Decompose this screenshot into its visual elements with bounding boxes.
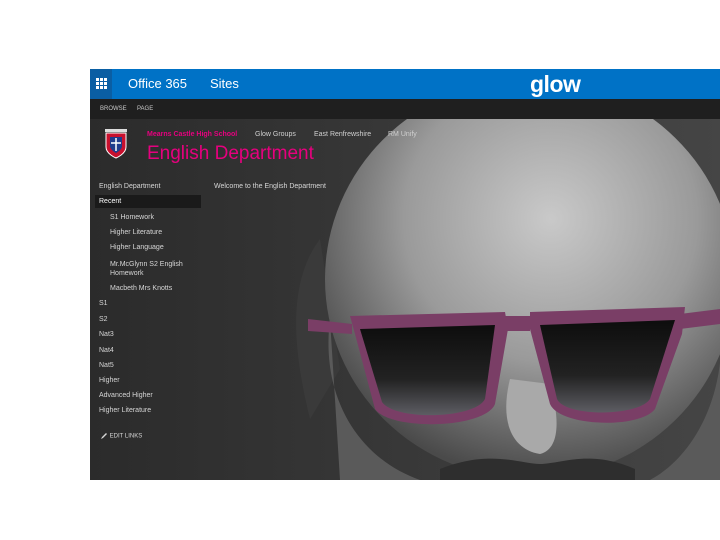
glow-logo: glow bbox=[530, 71, 581, 97]
nav-english-department[interactable]: English Department bbox=[99, 183, 160, 190]
nav-item-s2[interactable]: S2 bbox=[99, 316, 108, 323]
nav-recent-item[interactable]: S1 Homework bbox=[110, 214, 154, 221]
nav-item-higher-literature[interactable]: Higher Literature bbox=[99, 407, 151, 414]
office365-link[interactable]: Office 365 bbox=[128, 76, 187, 91]
shakespeare-background-image bbox=[90, 119, 720, 480]
sites-link[interactable]: Sites bbox=[210, 76, 239, 91]
tab-page[interactable]: PAGE bbox=[137, 106, 153, 112]
site-title[interactable]: English Department bbox=[147, 143, 314, 165]
nav-item-higher[interactable]: Higher bbox=[99, 377, 120, 384]
header-link-rm-unify[interactable]: RM Unify bbox=[388, 131, 417, 138]
header-link-school[interactable]: Mearns Castle High School bbox=[147, 131, 237, 138]
suite-bar: Office 365 Sites glow bbox=[90, 69, 720, 99]
sharepoint-window: Office 365 Sites glow BROWSE PAGE Mearns… bbox=[90, 69, 720, 480]
nav-recent-item[interactable]: Macbeth Mrs Knotts bbox=[110, 285, 172, 292]
ribbon-bar: BROWSE PAGE bbox=[90, 99, 720, 119]
nav-recent-item[interactable]: Mr.McGlynn S2 English Homework bbox=[110, 260, 194, 278]
waffle-icon bbox=[96, 78, 107, 89]
edit-links-label: EDIT LINKS bbox=[109, 433, 143, 440]
nav-item-nat4[interactable]: Nat4 bbox=[99, 347, 114, 354]
nav-item-nat5[interactable]: Nat5 bbox=[99, 362, 114, 369]
pencil-icon bbox=[101, 433, 107, 439]
tab-browse[interactable]: BROWSE bbox=[100, 106, 127, 112]
nav-item-nat3[interactable]: Nat3 bbox=[99, 331, 114, 338]
edit-links-button[interactable]: EDIT LINKS bbox=[100, 432, 142, 440]
header-link-east-renfrewshire[interactable]: East Renfrewshire bbox=[314, 131, 371, 138]
welcome-heading: Welcome to the English Department bbox=[214, 183, 326, 190]
app-launcher-button[interactable] bbox=[90, 69, 112, 99]
nav-item-s1[interactable]: S1 bbox=[99, 300, 108, 307]
nav-recent-item[interactable]: Higher Language bbox=[110, 244, 164, 251]
header-link-glow-groups[interactable]: Glow Groups bbox=[255, 131, 296, 138]
nav-item-advanced-higher[interactable]: Advanced Higher bbox=[99, 392, 153, 399]
school-crest-logo bbox=[105, 129, 127, 159]
nav-recent-item[interactable]: Higher Literature bbox=[110, 229, 162, 236]
nav-recent[interactable]: Recent bbox=[99, 198, 121, 205]
